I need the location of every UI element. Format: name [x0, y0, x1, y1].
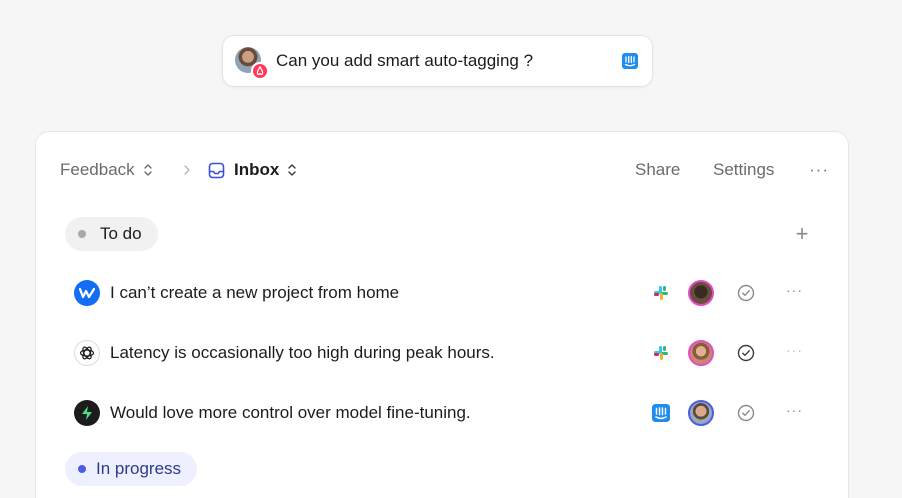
settings-button[interactable]: Settings: [713, 156, 774, 184]
assignee-avatar[interactable]: [688, 280, 714, 306]
slack-icon: [652, 344, 670, 362]
add-item-button[interactable]: +: [792, 223, 812, 245]
group-chip-todo[interactable]: To do: [65, 217, 158, 251]
group-label-todo: To do: [100, 224, 142, 243]
breadcrumb-feedback-label: Feedback: [60, 160, 135, 179]
suggestion-text: Can you add smart auto-tagging ?: [276, 51, 534, 70]
breadcrumb-inbox[interactable]: Inbox: [208, 156, 297, 184]
card-header: Feedback Inbox Share Settings ···: [36, 156, 848, 184]
row-more-button[interactable]: ···: [786, 402, 803, 418]
row-more-button[interactable]: ···: [786, 282, 803, 298]
status-dot: [78, 465, 86, 473]
inbox-card: Feedback Inbox Share Settings ··· To do …: [35, 131, 849, 498]
group-chip-in-progress[interactable]: In progress: [65, 452, 198, 486]
openai-icon: [74, 340, 100, 366]
row-more-button[interactable]: ···: [786, 342, 803, 358]
airbnb-icon: [251, 62, 269, 80]
status-dot: [78, 230, 86, 238]
suggestion-pill[interactable]: Can you add smart auto-tagging ?: [222, 35, 653, 87]
intercom-icon: [622, 53, 638, 69]
inbox-icon: [208, 162, 225, 179]
list-item[interactable]: Would love more control over model fine-…: [74, 398, 814, 428]
breadcrumb-inbox-label: Inbox: [234, 160, 280, 179]
webflow-icon: [74, 280, 100, 306]
group-label-in-progress: In progress: [96, 459, 182, 478]
more-options-button[interactable]: ···: [809, 156, 829, 184]
list-item[interactable]: Latency is occasionally too high during …: [74, 338, 814, 368]
assignee-avatar[interactable]: [688, 340, 714, 366]
user-avatar: [235, 47, 269, 80]
complete-check-icon[interactable]: [737, 344, 755, 362]
intercom-icon: [652, 404, 670, 422]
breadcrumb-feedback[interactable]: Feedback: [60, 156, 153, 184]
list-item[interactable]: I can’t create a new project from home ·…: [74, 278, 814, 308]
complete-check-icon[interactable]: [737, 404, 755, 422]
bolt-icon: [74, 400, 100, 426]
updown-chevron-icon: [143, 163, 153, 177]
share-button[interactable]: Share: [635, 156, 680, 184]
chevron-right-icon: [183, 156, 191, 184]
slack-icon: [652, 284, 670, 302]
assignee-avatar[interactable]: [688, 400, 714, 426]
complete-check-icon[interactable]: [737, 284, 755, 302]
updown-chevron-icon: [287, 163, 297, 177]
